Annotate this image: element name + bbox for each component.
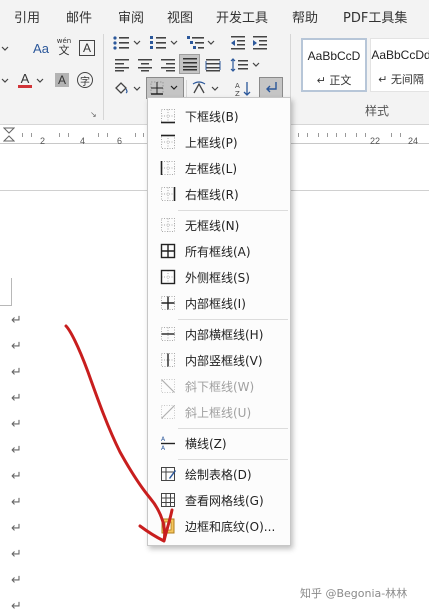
watermark: 知乎 @Begonia-林林 xyxy=(300,587,408,600)
red-arrow-annotation xyxy=(64,324,174,543)
